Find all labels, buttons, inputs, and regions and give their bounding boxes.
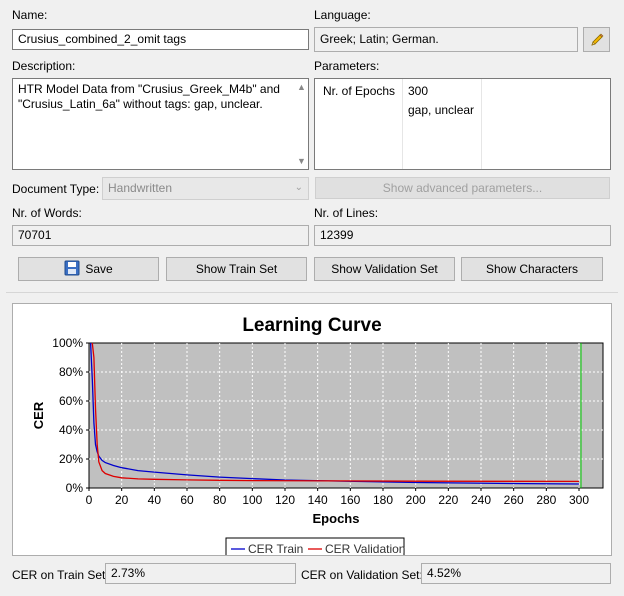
- x-tick-label: 0: [86, 493, 93, 507]
- cer-validation-field[interactable]: 4.52%: [421, 563, 611, 584]
- show-validation-set-button[interactable]: Show Validation Set: [314, 257, 455, 281]
- description-label: Description:: [12, 59, 76, 73]
- x-tick-label: 160: [340, 493, 360, 507]
- language-value: Greek; Latin; German.: [320, 32, 439, 46]
- pencil-icon: [590, 33, 603, 46]
- x-tick-label: 200: [406, 493, 426, 507]
- learning-curve-svg: Learning Curve 0% 20% 40% 60% 80% 100% 0 20 40 60 8…: [31, 315, 604, 555]
- chart-title: Learning Curve: [242, 315, 381, 336]
- cer-train-field[interactable]: 2.73%: [105, 563, 296, 584]
- edit-language-button[interactable]: [583, 27, 610, 52]
- cer-validation-label: CER on Validation Set:: [301, 568, 423, 582]
- words-label: Nr. of Words:: [12, 206, 82, 220]
- cer-train-value: 2.73%: [111, 566, 146, 580]
- document-type-value: Handwritten: [108, 181, 173, 195]
- x-tick-label: 100: [242, 493, 262, 507]
- x-tick-label: 120: [275, 493, 295, 507]
- save-button[interactable]: Save: [18, 257, 159, 281]
- separator: [6, 292, 618, 293]
- y-tick-label: 100%: [52, 336, 83, 350]
- name-value: Crusius_combined_2_omit tags: [18, 32, 187, 46]
- x-tick-label: 140: [308, 493, 328, 507]
- y-tick-label: 60%: [59, 394, 83, 408]
- lines-value: 12399: [320, 228, 354, 242]
- learning-curve-chart: Learning Curve 0% 20% 40% 60% 80% 100% 0 20 40 60 8…: [12, 303, 612, 556]
- x-tick-label: 40: [148, 493, 162, 507]
- x-tick-label: 240: [471, 493, 491, 507]
- show-train-set-button[interactable]: Show Train Set: [166, 257, 307, 281]
- parameters-label: Parameters:: [314, 59, 380, 73]
- description-scrollbar[interactable]: ▲ ▼: [293, 79, 308, 169]
- parameters-table[interactable]: Nr. of Epochs 300 gap, unclear: [314, 78, 611, 170]
- language-field[interactable]: Greek; Latin; German.: [314, 27, 578, 52]
- cer-validation-value: 4.52%: [427, 566, 462, 580]
- save-icon: [64, 260, 80, 276]
- words-field[interactable]: 70701: [12, 225, 309, 246]
- words-value: 70701: [18, 228, 52, 242]
- param-name-cell[interactable]: Nr. of Epochs: [323, 84, 395, 98]
- y-tick-label: 20%: [59, 452, 83, 466]
- y-axis-label: CER: [31, 401, 46, 429]
- x-axis-label: Epochs: [313, 511, 360, 526]
- scroll-down-icon[interactable]: ▼: [297, 156, 306, 166]
- y-tick-label: 40%: [59, 423, 83, 437]
- name-label: Name:: [12, 8, 48, 22]
- language-label: Language:: [314, 8, 371, 22]
- x-tick-label: 80: [213, 493, 227, 507]
- x-tick-label: 300: [569, 493, 589, 507]
- param-value-cell[interactable]: gap, unclear: [408, 103, 474, 117]
- legend-train-label: CER Train: [248, 542, 303, 555]
- description-textarea[interactable]: HTR Model Data from "Crusius_Greek_M4b" …: [12, 78, 309, 170]
- param-value-cell[interactable]: 300: [408, 84, 428, 98]
- x-tick-label: 60: [180, 493, 194, 507]
- plot-area: [88, 342, 604, 489]
- description-text: HTR Model Data from "Crusius_Greek_M4b" …: [18, 82, 280, 111]
- chevron-down-icon: ⌄: [294, 182, 303, 193]
- lines-field[interactable]: 12399: [314, 225, 611, 246]
- y-tick-label: 80%: [59, 365, 83, 379]
- x-tick-label: 280: [536, 493, 556, 507]
- show-characters-button[interactable]: Show Characters: [461, 257, 603, 281]
- x-tick-label: 180: [373, 493, 393, 507]
- y-tick-label: 0%: [66, 481, 84, 495]
- lines-label: Nr. of Lines:: [314, 206, 379, 220]
- show-advanced-parameters-button[interactable]: Show advanced parameters...: [315, 177, 610, 199]
- scroll-up-icon[interactable]: ▲: [297, 82, 306, 92]
- x-tick-label: 220: [438, 493, 458, 507]
- cer-train-label: CER on Train Set:: [12, 568, 109, 582]
- legend-validation-label: CER Validation: [325, 542, 405, 555]
- save-label: Save: [85, 262, 113, 276]
- x-tick-label: 260: [504, 493, 524, 507]
- x-tick-label: 20: [115, 493, 129, 507]
- document-type-label: Document Type:: [12, 182, 100, 196]
- name-field[interactable]: Crusius_combined_2_omit tags: [12, 29, 309, 50]
- document-type-select[interactable]: Handwritten ⌄: [102, 177, 309, 200]
